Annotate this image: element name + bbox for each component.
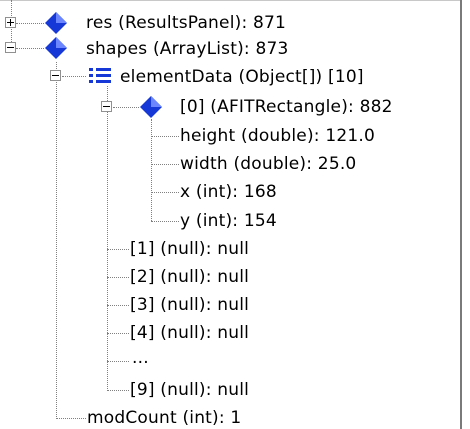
array-icon [89,68,111,83]
item0-children-connector [151,119,152,221]
tree-node-item4[interactable]: [4] (null): null [130,323,249,343]
ellipsis-connector [107,361,129,362]
panel-border-top [0,0,462,1]
tree-node-item0[interactable]: [0] (AFITRectangle): 882 [180,97,393,117]
item0-collapse-toggle[interactable] [101,101,112,112]
tree-node-y[interactable]: y (int): 154 [180,211,277,231]
res-connector [16,23,44,24]
object-icon [140,96,162,118]
tree-node-item3[interactable]: [3] (null): null [130,295,249,315]
item0-connector [113,107,139,108]
shapes-collapse-toggle[interactable] [5,42,16,53]
res-expand-toggle[interactable] [5,17,16,28]
shapes-children-connector [56,62,57,419]
tree-node-item1[interactable]: [1] (null): null [130,239,249,259]
tree-node-elementdata[interactable]: elementData (Object[]) [10] [120,67,364,87]
item3-connector [107,305,129,306]
width-connector [151,164,179,165]
tree-node-shapes[interactable]: shapes (ArrayList): 873 [86,39,289,59]
elementdata-connector [62,76,86,77]
elementdata-children-connector [107,86,108,391]
variable-tree: res (ResultsPanel): 871 shapes (ArrayLis… [0,0,470,429]
item9-connector [107,390,129,391]
tree-node-width[interactable]: width (double): 25.0 [180,154,356,174]
shapes-connector [16,48,44,49]
elementdata-collapse-toggle[interactable] [50,70,61,81]
item1-connector [107,249,129,250]
object-icon [45,12,67,34]
object-icon [45,37,67,59]
tree-node-item2[interactable]: [2] (null): null [130,267,249,287]
tree-node-x[interactable]: x (int): 168 [180,182,277,202]
x-connector [151,192,179,193]
panel-border-right [460,0,462,429]
tree-node-modcount[interactable]: modCount (int): 1 [87,408,241,428]
height-connector [151,136,179,137]
tree-node-ellipsis[interactable]: ... [132,348,149,368]
item4-connector [107,333,129,334]
y-connector [151,221,179,222]
item2-connector [107,277,129,278]
tree-node-height[interactable]: height (double): 121.0 [180,126,375,146]
modcount-connector [56,418,86,419]
tree-node-res[interactable]: res (ResultsPanel): 871 [86,13,286,33]
tree-node-item9[interactable]: [9] (null): null [130,380,249,400]
